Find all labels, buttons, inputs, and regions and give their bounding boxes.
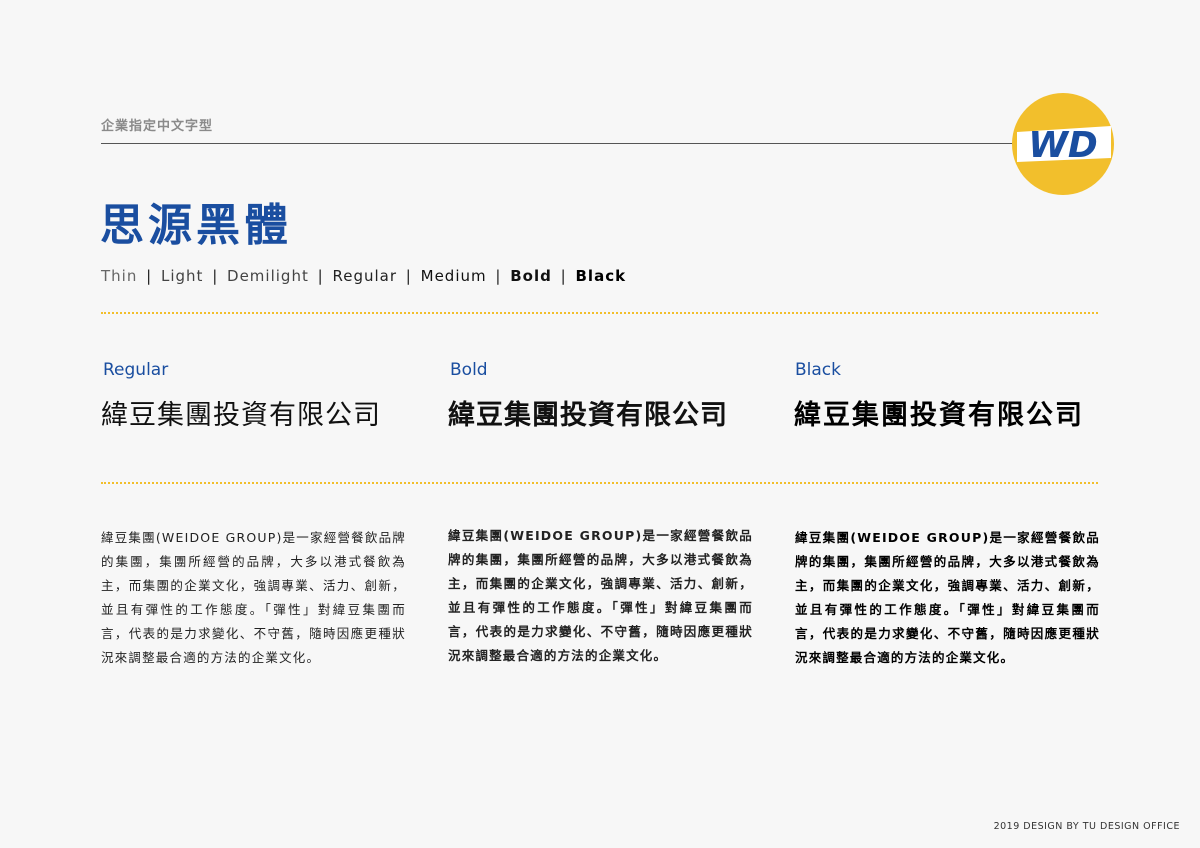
weight-separator: | [405,267,412,285]
section-label: 企業指定中文字型 [101,119,214,134]
weight-demilight: Demilight [227,267,309,285]
column-label-regular: Regular [103,360,169,380]
weight-separator: | [560,267,567,285]
column-sample-regular: 緯豆集團投資有限公司 [101,400,381,431]
column-sample-bold: 緯豆集團投資有限公司 [448,400,728,431]
column-sample-black: 緯豆集團投資有限公司 [794,400,1084,431]
column-label-black: Black [795,360,841,380]
column-body-black: 緯豆集團(WEIDOE GROUP)是一家經營餐飲品牌的集團，集團所經營的品牌，… [795,530,1100,665]
column-body-bold: 緯豆集團(WEIDOE GROUP)是一家經營餐飲品牌的集團，集團所經營的品牌，… [448,528,753,663]
logo-text: WD [1028,125,1098,166]
footer-credit: 2019 DESIGN BY TU DESIGN OFFICE [993,821,1180,832]
font-weights-list: Thin | Light | Demilight | Regular | Med… [101,267,626,285]
top-divider [101,143,1021,144]
weight-bold: Bold [510,267,552,285]
weight-light: Light [160,267,204,285]
weight-black: Black [575,267,627,285]
weight-regular: Regular [332,267,398,285]
page-title: 思源黑體 [100,200,292,251]
weight-medium: Medium [420,267,487,285]
dotted-divider-bottom [101,482,1098,484]
column-label-bold: Bold [450,360,488,380]
column-body-regular: 緯豆集團(WEIDOE GROUP)是一家經營餐飲品牌的集團，集團所經營的品牌，… [101,530,406,665]
brand-logo: WD [1011,92,1115,196]
weight-separator: | [317,267,324,285]
weight-separator: | [212,267,219,285]
weight-separator: | [146,267,153,285]
logo-badge-icon: WD [1012,93,1114,195]
weight-separator: | [495,267,502,285]
dotted-divider-top [101,312,1098,314]
weight-thin: Thin [101,267,138,285]
